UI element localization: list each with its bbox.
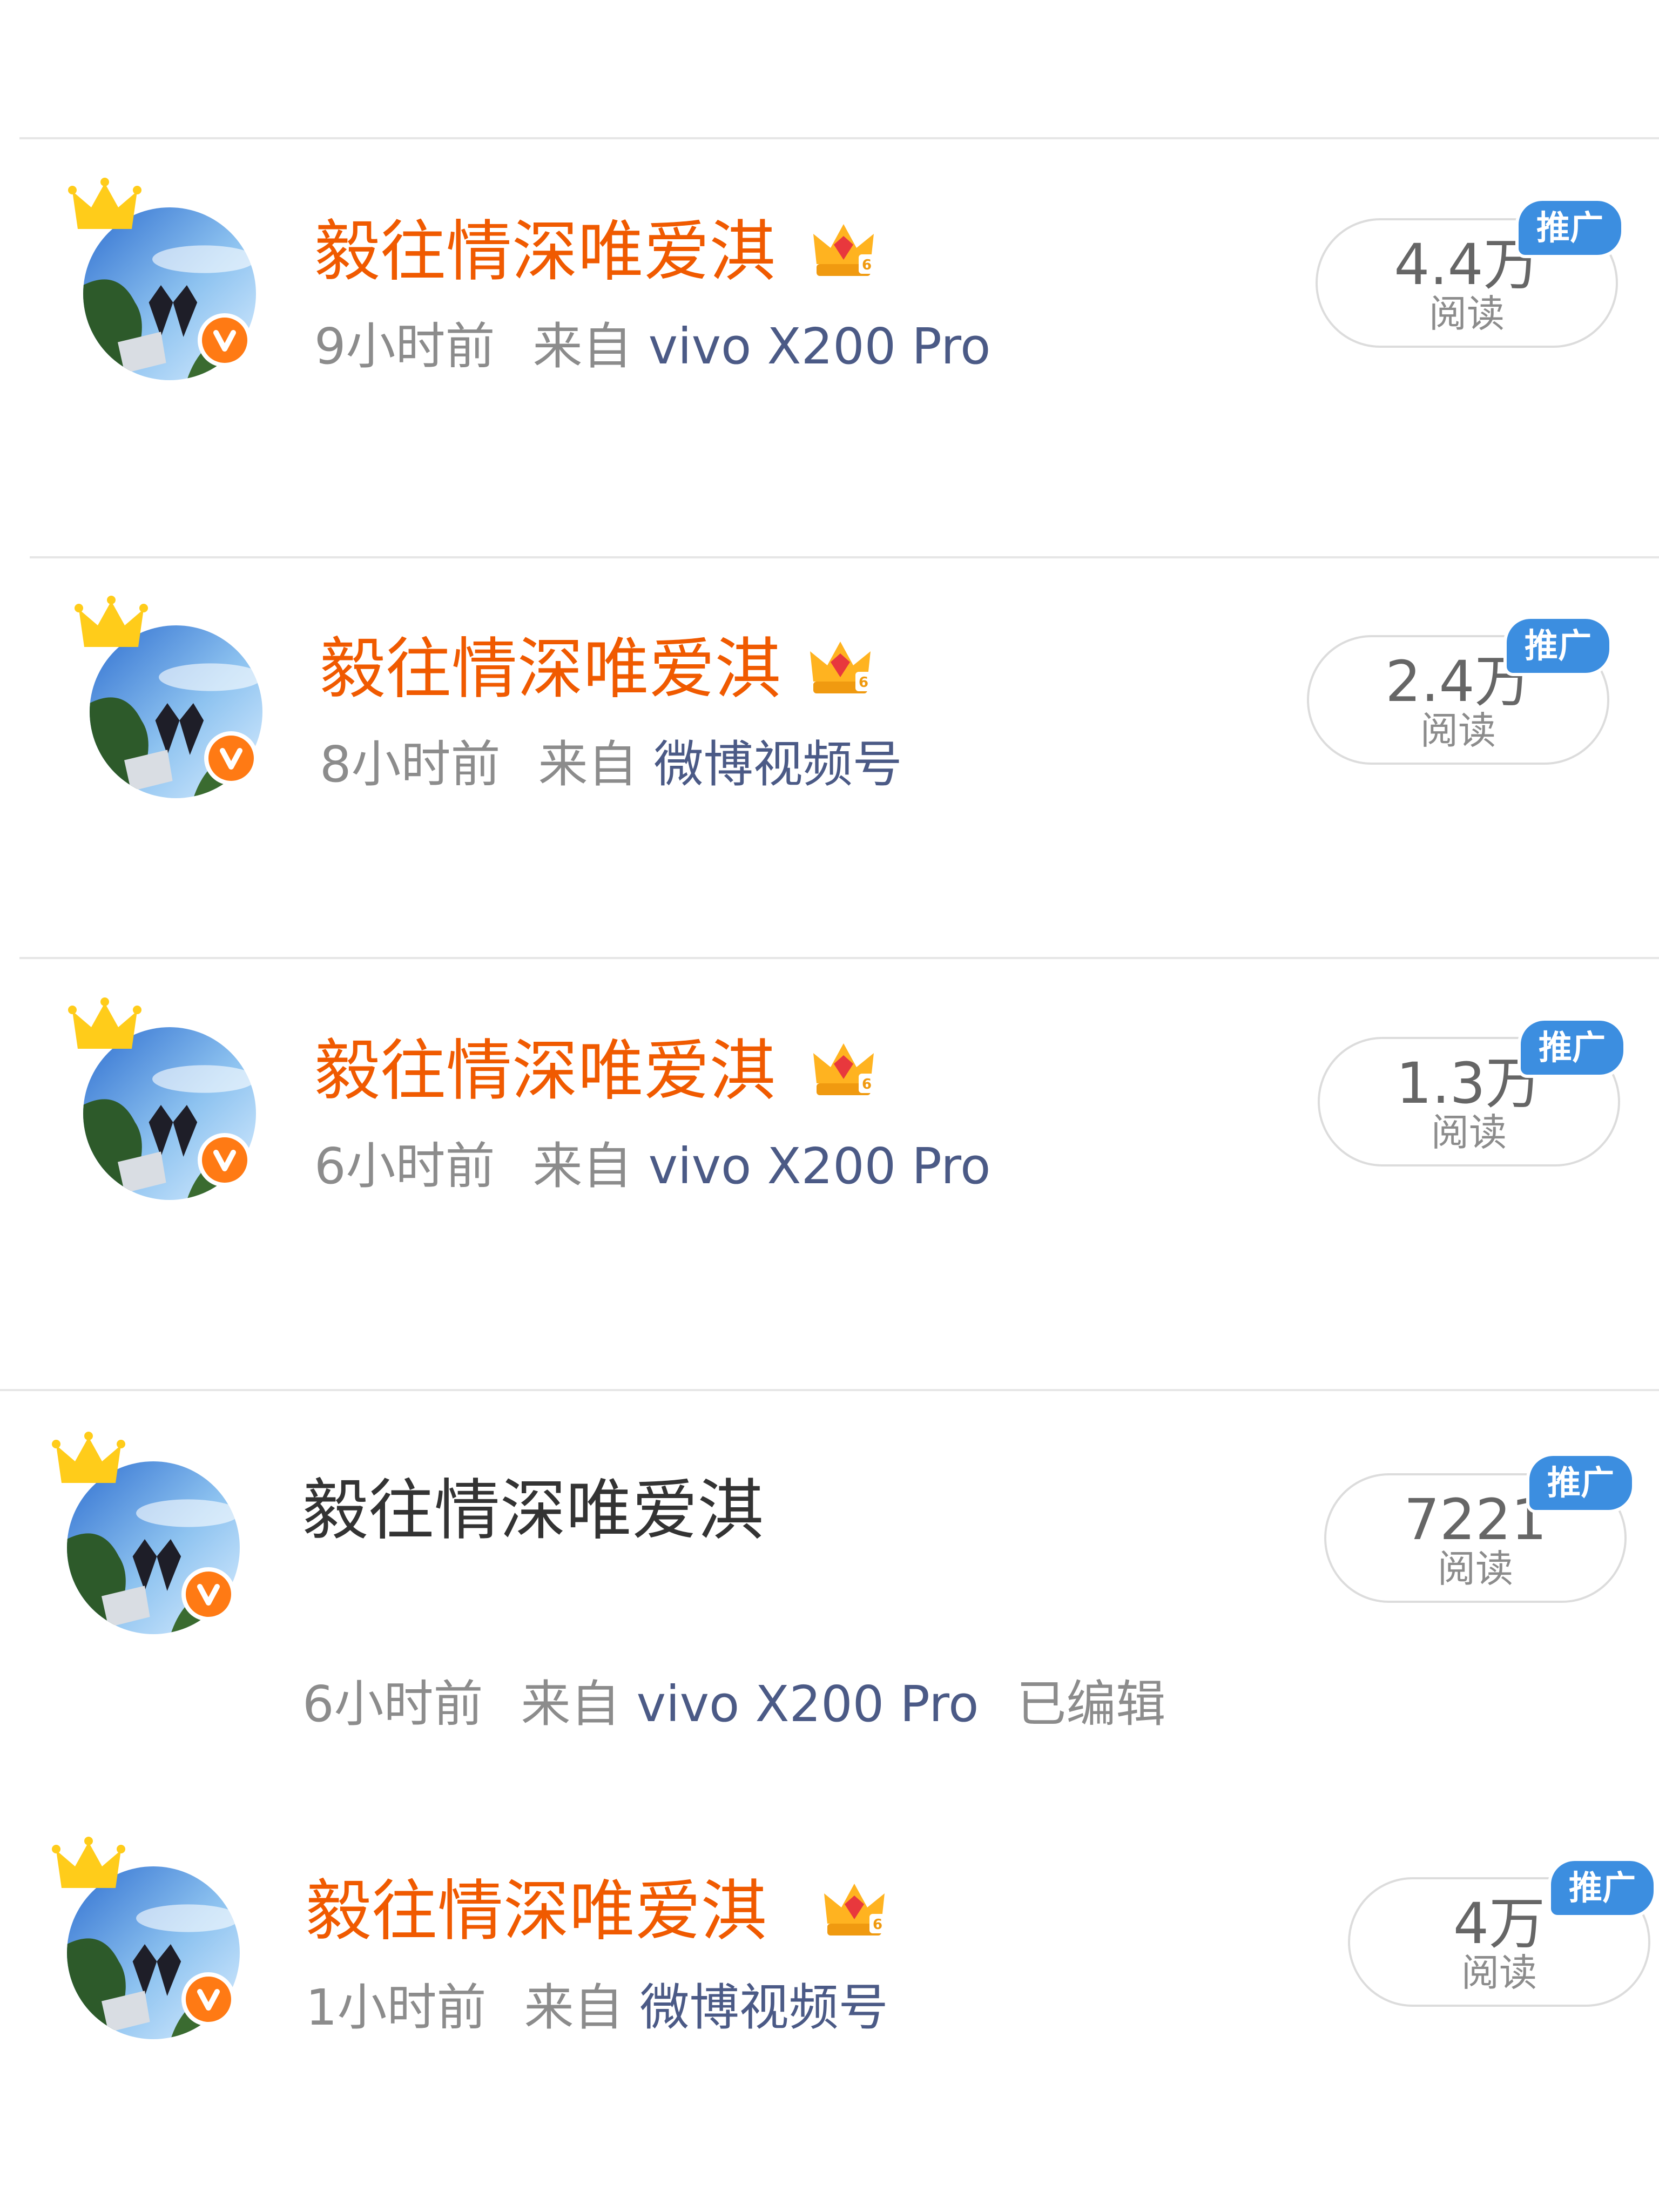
avatar[interactable] <box>51 1834 256 2039</box>
avatar[interactable] <box>73 593 279 798</box>
post-meta: 6小时前 来自 vivo X200 Pro 已编辑 <box>302 1680 1165 1729</box>
source-prefix: 来自 <box>524 1979 624 2036</box>
source-prefix: 来自 <box>538 736 638 793</box>
username[interactable]: 毅往情深唯爱淇 <box>320 636 781 702</box>
post-meta: 9小时前 来自 vivo X200 Pro <box>314 322 990 372</box>
read-label: 阅读 <box>1429 292 1505 336</box>
vip-crown-icon: 6 <box>824 1884 886 1936</box>
source-prefix: 来自 <box>532 318 632 375</box>
svg-text:6: 6 <box>873 1917 882 1933</box>
avatar[interactable] <box>51 1429 256 1634</box>
vip-crown-icon: 6 <box>813 1043 875 1095</box>
verified-icon <box>181 1567 235 1621</box>
avatar[interactable] <box>67 175 272 380</box>
read-label: 阅读 <box>1438 1547 1513 1591</box>
crown-icon <box>75 596 148 647</box>
edited-label[interactable]: 已编辑 <box>1016 1675 1165 1733</box>
divider <box>19 957 1659 959</box>
promote-badge[interactable]: 推广 <box>1503 616 1613 676</box>
avatar[interactable] <box>67 995 272 1200</box>
svg-text:6: 6 <box>862 1076 872 1092</box>
source-link[interactable]: vivo X200 Pro <box>649 318 991 375</box>
post-meta: 1小时前 来自 微博视频号 <box>306 1983 888 2033</box>
source-link[interactable]: vivo X200 Pro <box>649 1137 991 1195</box>
divider <box>19 137 1659 139</box>
post-time: 6小时前 <box>314 1137 495 1195</box>
post-time: 6小时前 <box>302 1675 483 1733</box>
read-label: 阅读 <box>1431 1110 1507 1155</box>
vip-crown-icon: 6 <box>813 224 875 276</box>
username[interactable]: 毅往情深唯爱淇 <box>314 1038 775 1104</box>
svg-text:6: 6 <box>859 675 868 691</box>
post-time: 9小时前 <box>314 318 495 375</box>
vip-crown-icon: 6 <box>810 642 872 693</box>
divider <box>0 1389 1659 1391</box>
verified-icon <box>198 313 252 367</box>
username[interactable]: 毅往情深唯爱淇 <box>306 1878 767 1944</box>
source-link[interactable]: 微博视频号 <box>640 1979 888 2036</box>
crown-icon <box>52 1432 125 1483</box>
crown-icon <box>68 178 141 229</box>
read-label: 阅读 <box>1461 1951 1537 1995</box>
read-label: 阅读 <box>1420 709 1496 753</box>
promote-badge[interactable]: 推广 <box>1515 198 1624 258</box>
username[interactable]: 毅往情深唯爱淇 <box>314 219 775 285</box>
post-time: 8小时前 <box>320 736 501 793</box>
verified-icon <box>181 1972 235 2026</box>
source-prefix: 来自 <box>532 1137 632 1195</box>
promote-badge[interactable]: 推广 <box>1548 1858 1657 1918</box>
post-time: 1小时前 <box>306 1979 487 2036</box>
crown-icon <box>68 997 141 1049</box>
post-meta: 8小时前 来自 微博视频号 <box>320 740 902 790</box>
username[interactable]: 毅往情深唯爱淇 <box>302 1478 764 1543</box>
promote-badge[interactable]: 推广 <box>1526 1453 1635 1513</box>
promote-badge[interactable]: 推广 <box>1518 1017 1627 1078</box>
svg-text:6: 6 <box>862 257 872 273</box>
verified-icon <box>204 731 258 785</box>
crown-icon <box>52 1837 125 1888</box>
source-prefix: 来自 <box>521 1675 621 1733</box>
divider <box>30 556 1659 558</box>
post-meta: 6小时前 来自 vivo X200 Pro <box>314 1142 990 1191</box>
verified-icon <box>198 1133 252 1187</box>
source-link[interactable]: vivo X200 Pro <box>637 1675 979 1733</box>
source-link[interactable]: 微博视频号 <box>654 736 902 793</box>
